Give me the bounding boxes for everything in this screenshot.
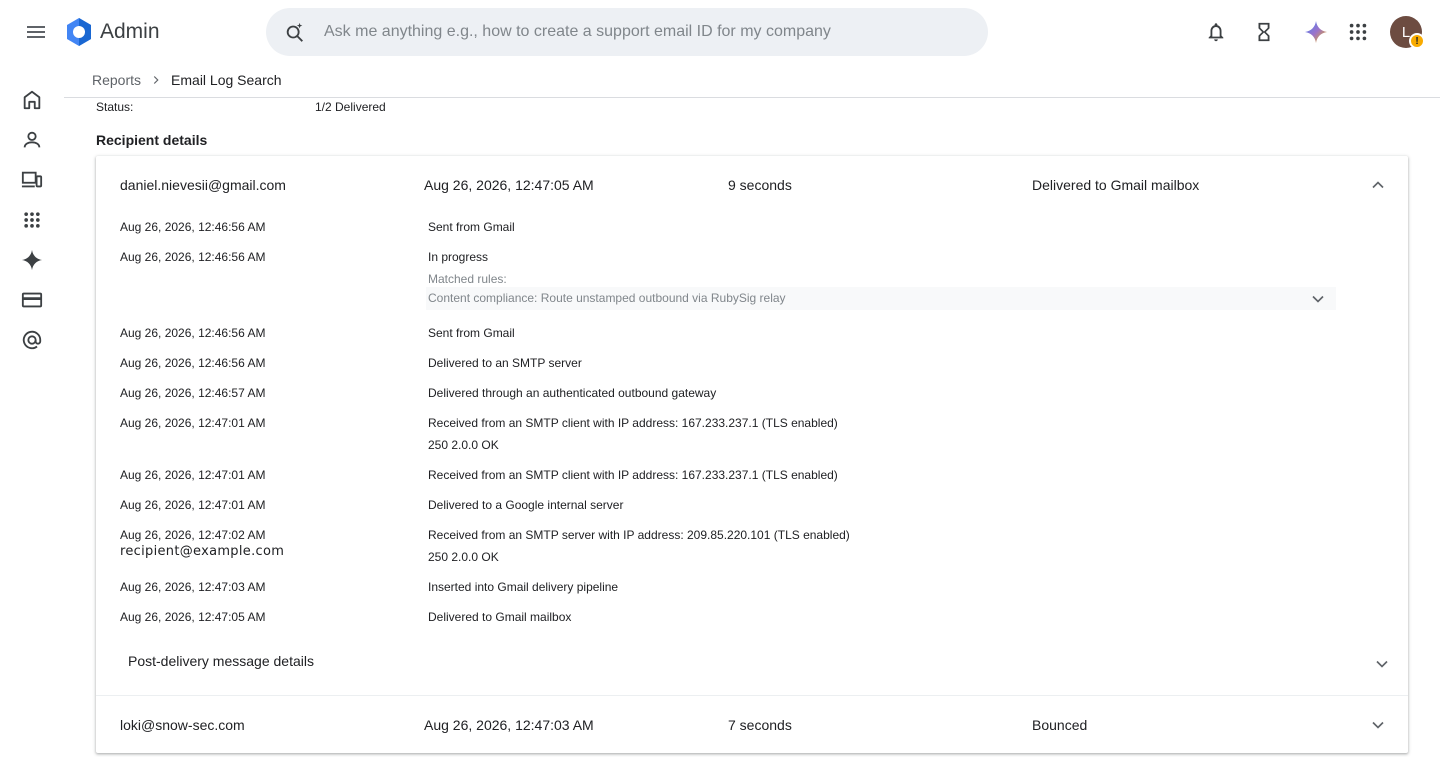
event-description: Delivered to a Google internal server [428,498,624,512]
notifications-button[interactable] [1196,12,1236,52]
event-time: Aug 26, 2026, 12:46:56 AM [120,356,266,370]
at-sign-icon [22,330,42,350]
event-description: Delivered through an authenticated outbo… [428,386,717,400]
spark-icon [21,249,43,271]
person-icon [23,131,41,148]
nav-gemini[interactable] [12,240,52,280]
breadcrumb-reports-link[interactable]: Reports [92,72,141,88]
search-spark-icon [283,20,307,44]
admin-logo[interactable]: Admin [64,16,160,48]
status-label: Status: [96,100,134,114]
event-time: Aug 26, 2026, 12:46:56 AM [120,220,266,234]
event-time: Aug 26, 2026, 12:46:56 AM [120,326,266,340]
event-description: Sent from Gmail [428,326,515,340]
event-description: Delivered to Gmail mailbox [428,610,572,624]
chevron-down-icon [1306,287,1330,311]
admin-logo-icon [67,18,91,46]
recipient-result: Delivered to Gmail mailbox [1032,177,1200,193]
devices-icon [21,171,43,188]
recipient-time: Aug 26, 2026, 12:47:03 AM [424,717,594,733]
nav-billing[interactable] [12,280,52,320]
main-menu-button[interactable] [16,12,56,52]
overlay-email-text: recipient@example.com [120,544,285,559]
recipient-details-card: daniel.nievesii@gmail.com Aug 26, 2026, … [96,156,1408,753]
hourglass-icon [1258,22,1270,42]
event-time: Aug 26, 2026, 12:47:01 AM [120,468,266,482]
event-description: In progress [428,250,489,264]
event-time: Aug 26, 2026, 12:46:56 AM [120,250,266,264]
search-bar[interactable] [266,8,988,56]
chevron-up-icon[interactable] [1366,173,1390,197]
recipient-row[interactable]: daniel.nievesii@gmail.com Aug 26, 2026, … [96,156,1408,214]
recipient-email: daniel.nievesii@gmail.com [120,177,286,193]
recipient-email: loki@snow-sec.com [120,717,245,733]
top-bar: Admin L ! [0,0,1440,64]
recipient-result: Bounced [1032,717,1088,733]
post-delivery-label: Post-delivery message details [128,653,314,669]
matched-rule-expander[interactable]: Content compliance: Route unstamped outb… [426,287,1336,310]
nav-home[interactable] [12,80,52,120]
tasks-button[interactable] [1244,12,1284,52]
apps-dots-icon [24,212,40,228]
search-input[interactable] [324,23,964,41]
nav-apps[interactable] [12,200,52,240]
credit-card-icon [21,292,43,308]
home-icon [23,90,41,110]
recipient-row[interactable]: loki@snow-sec.com Aug 26, 2026, 12:47:03… [96,696,1408,754]
chevron-down-icon[interactable] [1366,713,1390,737]
event-response: 250 2.0.0 OK [428,438,499,452]
breadcrumb-current: Email Log Search [171,72,282,88]
nav-users[interactable] [12,120,52,160]
chevron-down-icon [1370,652,1394,676]
event-description: Delivered to an SMTP server [428,356,582,370]
status-value: 1/2 Delivered [315,100,386,114]
recipient-time: Aug 26, 2026, 12:47:05 AM [424,177,594,193]
chevron-right-icon [149,73,163,87]
menu-icon [27,26,45,38]
header-divider [64,97,1440,98]
event-time: Aug 26, 2026, 12:47:02 AM [120,528,266,542]
event-time: Aug 26, 2026, 12:46:57 AM [120,386,266,400]
event-time: Aug 26, 2026, 12:47:01 AM [120,416,266,430]
event-response: 250 2.0.0 OK [428,550,499,564]
gemini-button[interactable] [1296,12,1336,52]
warning-icon: ! [1415,35,1419,47]
matched-rules-label: Matched rules: [428,272,507,286]
recipient-duration: 9 seconds [728,177,792,193]
nav-account[interactable] [12,320,52,360]
event-description: Received from an SMTP client with IP add… [428,468,838,482]
matched-rule-text: Content compliance: Route unstamped outb… [428,291,786,305]
gemini-spark-icon [1305,21,1327,43]
event-time: Aug 26, 2026, 12:47:05 AM [120,610,266,624]
recipient-details-heading: Recipient details [96,132,208,148]
event-description: Received from an SMTP client with IP add… [428,416,838,430]
event-description: Inserted into Gmail delivery pipeline [428,580,619,594]
apps-grid-icon [1349,23,1367,41]
breadcrumb: Reports Email Log Search [92,71,282,89]
event-time: Aug 26, 2026, 12:47:01 AM [120,498,266,512]
nav-devices[interactable] [12,160,52,200]
event-time: Aug 26, 2026, 12:47:03 AM [120,580,266,594]
bell-icon [1208,23,1224,42]
app-title: Admin [100,20,160,43]
event-description: Sent from Gmail [428,220,515,234]
recipient-duration: 7 seconds [728,717,792,733]
account-warning-badge: ! [1409,33,1425,49]
apps-button[interactable] [1338,12,1378,52]
event-description: Received from an SMTP server with IP add… [428,528,850,542]
post-delivery-expander[interactable]: Post-delivery message details [96,636,1408,694]
